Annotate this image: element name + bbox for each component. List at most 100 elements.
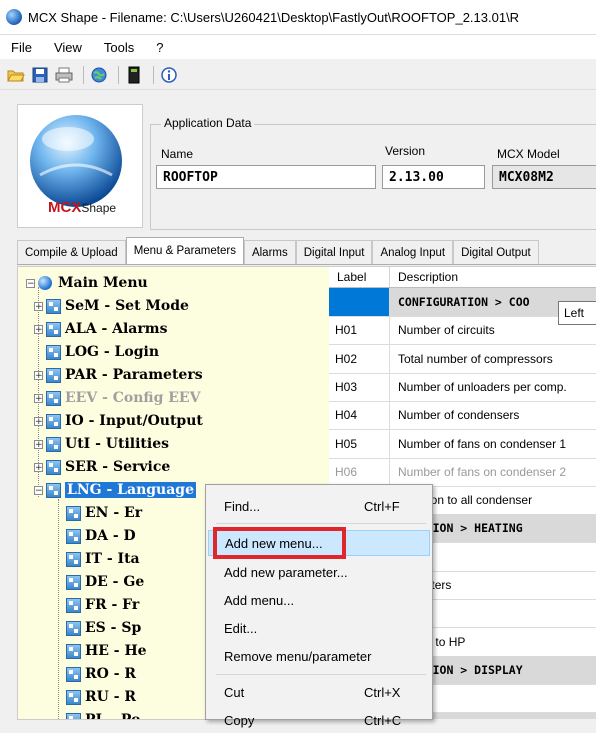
cell-label: H01: [329, 316, 390, 345]
tree-node-log[interactable]: LOG - Login: [46, 341, 159, 363]
version-label: Version: [385, 144, 426, 158]
tree-node-pl[interactable]: PL - Po: [66, 709, 141, 720]
expand-icon[interactable]: +: [34, 301, 43, 311]
tree-node-label: UtI - Utilities: [65, 436, 169, 452]
tab-analog-input[interactable]: Analog Input: [372, 240, 454, 264]
tree-node-en[interactable]: EN - Er: [66, 502, 142, 524]
menu-item-copy[interactable]: Copy Ctrl+C: [208, 707, 430, 733]
cell-description: Number of unloaders per comp.: [398, 379, 567, 394]
tree-node-eev[interactable]: + EEV - Config EEV: [34, 387, 200, 409]
menu-file[interactable]: File: [0, 40, 43, 55]
tree-node-he[interactable]: HE - He: [66, 640, 147, 662]
table-row[interactable]: CONFIGURATION > COO: [329, 288, 596, 317]
menu-item-add-new-parameter[interactable]: Add new parameter...: [208, 559, 430, 585]
menu-node-icon: [46, 367, 61, 383]
cell-description: Number of fans on condenser 2: [398, 464, 567, 479]
menu-item-add-menu[interactable]: Add menu...: [208, 587, 430, 613]
table-row[interactable]: H06 Number of fans on condenser 2: [329, 457, 596, 487]
context-menu: Find... Ctrl+F Add new menu... Add new p…: [205, 484, 433, 728]
tree-node-label: Main Menu: [58, 275, 148, 291]
tree-node-es[interactable]: ES - Sp: [66, 617, 141, 639]
tree-node-ru[interactable]: RU - R: [66, 686, 136, 708]
tree-node-fr[interactable]: FR - Fr: [66, 594, 139, 616]
tab-alarms[interactable]: Alarms: [243, 240, 296, 264]
tab-digital-output[interactable]: Digital Output: [453, 240, 539, 264]
expand-icon[interactable]: +: [34, 370, 43, 380]
menu-node-icon: [46, 413, 61, 429]
menu-item-shortcut: Ctrl+X: [364, 684, 401, 700]
save-icon[interactable]: [30, 65, 50, 85]
tree-node-io[interactable]: + IO - Input/Output: [34, 410, 203, 432]
tree-node-label: RO - R: [85, 666, 137, 682]
menu-help[interactable]: ?: [145, 40, 174, 55]
column-header-description[interactable]: Description: [390, 267, 596, 287]
globe-icon[interactable]: [89, 65, 109, 85]
expand-icon[interactable]: +: [34, 324, 43, 334]
tab-digital-input[interactable]: Digital Input: [295, 240, 373, 264]
tree-guide: [58, 499, 59, 719]
app-icon: [6, 9, 22, 25]
mcx-model-label: MCX Model: [497, 147, 560, 161]
table-row[interactable]: H01 Number of circuits: [329, 316, 596, 346]
menu-item-find[interactable]: Find... Ctrl+F: [208, 493, 430, 519]
menu-node-icon: [66, 643, 81, 659]
menu-item-remove[interactable]: Remove menu/parameter: [208, 643, 430, 669]
menu-node-icon: [66, 551, 81, 567]
tree-node-sem[interactable]: + SeM - Set Mode: [34, 295, 189, 317]
tree-node-main-menu[interactable]: − Main Menu: [26, 272, 148, 294]
table-row[interactable]: H05 Number of fans on condenser 1: [329, 429, 596, 459]
toolbar-separator: [118, 65, 119, 84]
menu-item-label: Remove menu/parameter: [224, 648, 372, 664]
tree-node-uti[interactable]: + UtI - Utilities: [34, 433, 169, 455]
menu-node-icon: [46, 390, 61, 406]
expand-icon[interactable]: +: [34, 462, 43, 472]
collapse-icon[interactable]: −: [34, 485, 43, 495]
toolbar-separator: [83, 65, 84, 84]
menu-node-icon: [66, 712, 81, 719]
info-icon[interactable]: [159, 65, 179, 85]
menu-item-label: Cut: [224, 684, 245, 700]
print-icon[interactable]: [54, 65, 74, 85]
tree-node-de[interactable]: DE - Ge: [66, 571, 144, 593]
expand-icon[interactable]: +: [34, 416, 43, 426]
menu-node-icon: [66, 666, 81, 682]
cell-label: H03: [329, 372, 390, 401]
menu-item-cut[interactable]: Cut Ctrl+X: [208, 679, 430, 705]
menu-item-label: Edit...: [224, 620, 258, 636]
tree-node-par[interactable]: + PAR - Parameters: [34, 364, 203, 386]
tree-node-ala[interactable]: + ALA - Alarms: [34, 318, 167, 340]
menu-separator: [216, 523, 426, 524]
tab-menu-parameters[interactable]: Menu & Parameters: [125, 237, 244, 264]
tree-node-da[interactable]: DA - D: [66, 525, 136, 547]
tree-node-it[interactable]: IT - Ita: [66, 548, 140, 570]
table-row[interactable]: H02 Total number of compressors: [329, 344, 596, 374]
tree-node-label: DE - Ge: [85, 574, 145, 590]
expand-icon[interactable]: +: [34, 393, 43, 403]
tree-node-lng[interactable]: − LNG - Language: [34, 479, 196, 501]
tree-node-label: IO - Input/Output: [65, 413, 203, 429]
menu-item-label: Copy: [224, 712, 255, 728]
cell-label: H06: [329, 457, 390, 486]
table-row[interactable]: H03 Number of unloaders per comp.: [329, 372, 596, 402]
mcx-model-field[interactable]: MCX08M2: [492, 165, 596, 189]
tree-node-ser[interactable]: + SER - Service: [34, 456, 170, 478]
expand-icon[interactable]: +: [34, 439, 43, 449]
device-icon[interactable]: [124, 65, 144, 85]
cell-label: [329, 288, 390, 316]
menu-tools[interactable]: Tools: [93, 40, 145, 55]
table-row[interactable]: H04 Number of condensers: [329, 401, 596, 431]
name-field[interactable]: ROOFTOP: [156, 165, 376, 189]
version-field[interactable]: 2.13.00: [382, 165, 485, 189]
tree-node-label: DA - D: [85, 528, 136, 544]
tab-compile-upload[interactable]: Compile & Upload: [17, 240, 126, 264]
column-header-label[interactable]: Label: [329, 267, 390, 287]
tree-node-label: PL - Po: [85, 712, 141, 720]
tree-node-label: ALA - Alarms: [65, 321, 168, 337]
menu-node-icon: [46, 459, 61, 475]
collapse-icon[interactable]: −: [26, 278, 35, 288]
tree-node-label: LOG - Login: [65, 344, 160, 360]
tree-node-ro[interactable]: RO - R: [66, 663, 136, 685]
menu-item-edit[interactable]: Edit...: [208, 615, 430, 641]
open-folder-icon[interactable]: [6, 65, 26, 85]
menu-view[interactable]: View: [43, 40, 93, 55]
